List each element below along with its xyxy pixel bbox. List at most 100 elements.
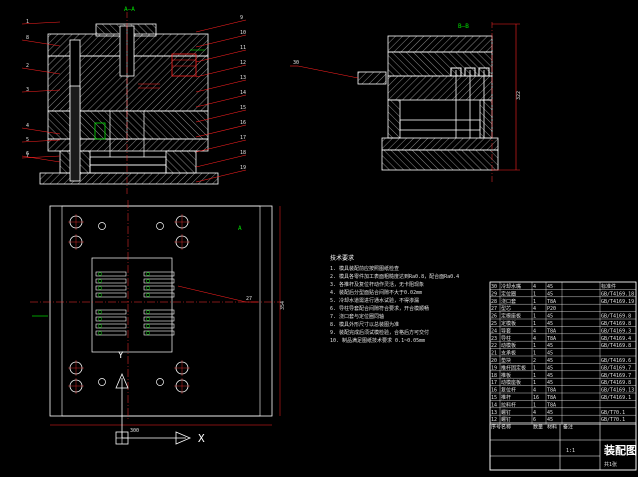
parts-cell: 45 <box>547 373 553 379</box>
parts-table: 30 冷却水嘴 4 45 标准件 29 定位圈 1 45 GB/T4169.18 28 浇口套 1 T8A… <box>489 281 637 471</box>
parts-cell: 4 <box>533 306 536 312</box>
parts-cell: T8A <box>547 395 556 401</box>
dim-300: 300 <box>130 428 139 434</box>
parts-cell: P20 <box>547 306 556 312</box>
parts-cell: 螺钉 <box>501 416 511 423</box>
parts-cell: 45 <box>547 321 553 327</box>
callout-16: 16 <box>240 120 246 126</box>
main-section-view: A—A 12345678 910111213141516171819 <box>21 6 247 195</box>
callout-1: 1 <box>26 19 29 25</box>
parts-cell: 29 <box>491 291 497 297</box>
callout-13: 13 <box>240 75 246 81</box>
axis-x-label: X <box>198 432 205 445</box>
section-label-a: A—A <box>124 6 135 13</box>
parts-cell: 数量 <box>533 424 543 431</box>
parts-cell: GB/T4169.19 <box>601 299 634 305</box>
callout-3: 3 <box>26 87 29 93</box>
parts-cell: 16 <box>491 388 497 394</box>
parts-cell: 15 <box>491 395 497 401</box>
parts-cell: T8A <box>547 336 556 342</box>
parts-cell: 复位杆 <box>501 387 516 394</box>
callout-9: 9 <box>240 15 243 21</box>
callout-12: 12 <box>240 60 246 66</box>
parts-cell: 25 <box>491 321 497 327</box>
parts-cell: 螺钉 <box>501 409 511 416</box>
parts-cell: 1 <box>533 321 536 327</box>
parts-cell: 材料 <box>547 424 557 431</box>
tech-requirement-item: 1. 模具装配前应按照图纸检查 <box>330 265 399 272</box>
callout-14: 14 <box>240 90 246 96</box>
parts-cell: 定模板 <box>501 320 516 327</box>
parts-cell: 27 <box>491 306 497 312</box>
parts-cell: T8A <box>547 402 556 408</box>
parts-cell: 14 <box>491 402 497 408</box>
parts-cell: GB/T4169.8 <box>601 343 631 349</box>
parts-cell: 1 <box>533 402 536 408</box>
tech-requirement-item: 6. 导柱导套配合间隙符合要求，开合模顺畅 <box>330 305 429 312</box>
screw-hole-icon <box>156 222 164 230</box>
parts-cell: 备注 <box>563 424 573 431</box>
parts-cell: 45 <box>547 365 553 371</box>
parts-cell: 16 <box>533 395 539 401</box>
callout-27: 27 <box>246 296 252 302</box>
callout-4: 4 <box>26 123 29 129</box>
parts-cell: T8A <box>547 328 556 334</box>
parts-cell: GB/T4169.8 <box>601 380 631 386</box>
parts-cell: 推杆固定板 <box>501 364 526 371</box>
dim-322: 322 <box>516 91 522 100</box>
parts-cell: 序号 <box>491 424 501 431</box>
callout-17: 17 <box>240 135 246 141</box>
callout-15: 15 <box>240 105 246 111</box>
parts-cell: 4 <box>533 410 536 416</box>
parts-cell: 1 <box>533 291 536 297</box>
parts-cell: 标准件 <box>601 283 616 290</box>
tech-requirement-item: 5. 冷却水道需进行通水试验，不得渗漏 <box>330 297 419 304</box>
parts-cell: 24 <box>491 328 497 334</box>
parts-cell: 30 <box>491 284 497 290</box>
parts-cell: 20 <box>491 358 497 364</box>
parts-cell: 18 <box>491 373 497 379</box>
cad-drawing-canvas: A—A 12345678 910111213141516171819 B—B 3… <box>21 6 637 471</box>
tech-requirements-title: 技术要求 <box>330 254 354 262</box>
parts-cell: 45 <box>547 284 553 290</box>
callout-7: 7 <box>26 153 29 159</box>
tech-requirement-item: 3. 各推杆及复位杆动作灵活，无卡阻现象 <box>330 281 424 288</box>
parts-cell: GB/T4169.18 <box>601 291 634 297</box>
parts-cell: 23 <box>491 336 497 342</box>
parts-cell: 1 <box>533 343 536 349</box>
parts-cell: 拉料杆 <box>501 401 516 408</box>
callout-8: 8 <box>26 35 29 41</box>
tech-requirement-item: 8. 模具外形尺寸以总装图为准 <box>330 321 399 328</box>
parts-cell: GB/T4169.7 <box>601 365 631 371</box>
screw-hole-icon <box>156 378 164 386</box>
callout-10: 10 <box>240 30 246 36</box>
parts-cell: GB/T4169.1 <box>601 395 631 401</box>
parts-cell: 4 <box>533 336 536 342</box>
parts-cell: 2 <box>533 358 536 364</box>
parts-cell: 45 <box>547 417 553 423</box>
sheet-count: 共1张 <box>604 461 617 468</box>
screw-hole-icon <box>98 378 106 386</box>
parts-cell: 45 <box>547 314 553 320</box>
parts-cell: GB/T70.1 <box>601 410 625 416</box>
parts-cell: 浇口套 <box>501 298 516 305</box>
plan-view: A 27 300 354 X Y <box>30 200 286 445</box>
ucs-axis-icon <box>115 372 192 445</box>
parts-cell: 45 <box>547 380 553 386</box>
parts-cell: 名称 <box>501 424 511 431</box>
parts-cell: GB/T4169.6 <box>601 358 631 364</box>
parts-cell: 1 <box>533 365 536 371</box>
parts-cell: GB/T4169.4 <box>601 336 631 342</box>
tech-requirement-item: 10. 制品满足图纸技术要求 0.1~0.05mm <box>330 337 425 344</box>
parts-cell: 12 <box>491 417 497 423</box>
parts-cell: 28 <box>491 299 497 305</box>
screw-hole-icon <box>98 222 106 230</box>
parts-cell: GB/T4169.8 <box>601 321 631 327</box>
parts-cell: 45 <box>547 351 553 357</box>
callout-5: 5 <box>26 137 29 143</box>
callout-18: 18 <box>240 150 246 156</box>
parts-cell: GB/T4169.7 <box>601 373 631 379</box>
parts-cell: 45 <box>547 358 553 364</box>
tech-requirement-item: 2. 模具各零件加工表面粗糙度达到Ra0.8，配合面Ra0.4 <box>330 273 459 280</box>
parts-cell: GB/T70.1 <box>601 417 625 423</box>
